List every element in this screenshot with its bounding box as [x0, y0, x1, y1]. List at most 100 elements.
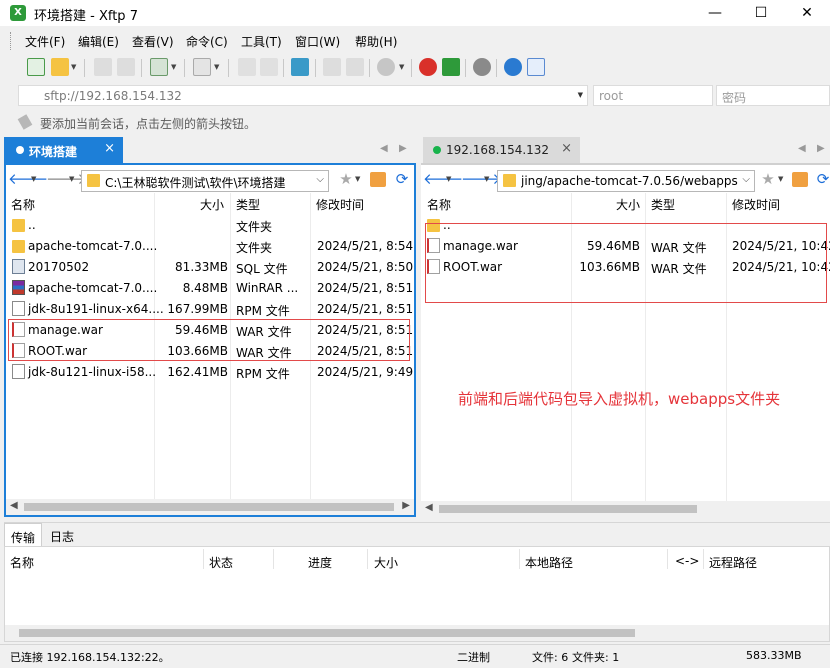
file-row[interactable]: jdk-8u191-linux-x64.... 167.99MB RPM 文件 202… [6, 299, 414, 320]
col-name[interactable]: 名称 [427, 196, 451, 213]
tab-next-icon[interactable]: ▶ [817, 143, 825, 154]
chat-icon[interactable] [527, 58, 545, 76]
transfer-mode[interactable]: 二进制 [457, 649, 490, 665]
tab-prev-icon[interactable]: ◀ [380, 143, 388, 154]
username-field[interactable]: root [593, 85, 713, 106]
local-path-field[interactable]: C:\王林聪软件测试\软件\环境搭建 ⌵ [81, 170, 329, 192]
new-tab-icon[interactable] [150, 58, 168, 76]
back-arrow-icon[interactable]: 🡐 [8, 171, 48, 187]
col-modified[interactable]: 修改时间 [316, 196, 364, 213]
help-icon[interactable] [504, 58, 522, 76]
forward-dropdown-icon[interactable]: ▼ [484, 175, 489, 183]
home-icon[interactable] [792, 172, 808, 187]
menu-edit[interactable]: 编辑(E) [78, 33, 119, 50]
transfer-col-status[interactable]: 状态 [209, 554, 233, 571]
remote-scrollbar[interactable]: ◀ [421, 501, 830, 517]
paste-icon[interactable] [260, 58, 278, 76]
transfer-col-progress[interactable]: 进度 [308, 554, 332, 571]
path-dropdown-icon[interactable]: ⌵ [742, 174, 750, 185]
scroll-left-icon[interactable]: ◀ [425, 502, 433, 513]
col-type[interactable]: 类型 [236, 196, 260, 213]
bookmark-dropdown-icon[interactable]: ▼ [778, 175, 783, 183]
transfer-col-direction[interactable]: <-> [675, 554, 699, 568]
tab-transfer[interactable]: 传输 [4, 523, 43, 547]
scroll-right-icon[interactable]: ▶ [402, 500, 410, 511]
xftp-icon[interactable] [442, 58, 460, 76]
file-row[interactable]: apache-tomcat-7.0.... 文件夹 2024/5/21, 8:54 [6, 236, 414, 257]
terminal-dropdown-icon[interactable]: ▼ [214, 63, 219, 71]
scroll-thumb[interactable] [439, 505, 697, 513]
connection-status: 已连接 192.168.154.132:22。 [10, 651, 170, 664]
forward-dropdown-icon[interactable]: ▼ [69, 175, 74, 183]
transfer-col-local[interactable]: 本地路径 [525, 554, 573, 571]
gear-icon[interactable] [473, 58, 491, 76]
refresh-icon[interactable]: ⟳ [392, 171, 412, 187]
menu-view[interactable]: 查看(V) [132, 33, 174, 50]
new-session-icon[interactable] [27, 58, 45, 76]
close-button[interactable]: ✕ [784, 0, 830, 26]
transfer-col-name[interactable]: 名称 [10, 554, 34, 571]
tab-close-icon[interactable]: × [561, 141, 572, 156]
record-dropdown-icon[interactable]: ▼ [399, 63, 404, 71]
menu-grip [10, 32, 13, 50]
transfer-col-remote[interactable]: 远程路径 [709, 554, 757, 571]
forward-arrow-icon[interactable]: 🡒 [46, 171, 86, 187]
tab-prev-icon[interactable]: ◀ [798, 143, 806, 154]
tab-next-icon[interactable]: ▶ [399, 143, 407, 154]
transfer-icon[interactable] [291, 58, 309, 76]
bookmark-icon[interactable]: ★ [758, 171, 778, 187]
back-arrow-icon[interactable]: 🡐 [423, 171, 463, 187]
col-size[interactable]: 大小 [200, 196, 224, 213]
copy-icon[interactable] [238, 58, 256, 76]
transfer-col-size[interactable]: 大小 [374, 554, 398, 571]
scroll-left-icon[interactable]: ◀ [10, 500, 18, 511]
menu-file[interactable]: 文件(F) [25, 33, 65, 50]
remote-path-field[interactable]: jing/apache-tomcat-7.0.56/webapps ⌵ [497, 170, 755, 192]
col-type[interactable]: 类型 [651, 196, 675, 213]
folder-icon [503, 174, 516, 187]
scroll-thumb[interactable] [24, 503, 394, 511]
back-dropdown-icon[interactable]: ▼ [31, 175, 36, 183]
home-icon[interactable] [370, 172, 386, 187]
menu-command[interactable]: 命令(C) [186, 33, 228, 50]
disconnect-icon[interactable] [117, 58, 135, 76]
refresh-icon[interactable]: ⟳ [813, 171, 830, 187]
forward-arrow-icon[interactable]: 🡒 [461, 171, 501, 187]
transfer-scrollbar[interactable] [5, 625, 829, 641]
menu-window[interactable]: 窗口(W) [295, 33, 340, 50]
sync-icon[interactable] [323, 58, 341, 76]
back-dropdown-icon[interactable]: ▼ [446, 175, 451, 183]
open-folder-icon[interactable] [51, 58, 69, 76]
file-row[interactable]: .. 文件夹 [6, 215, 414, 236]
tab-local-label: 环境搭建 [29, 145, 78, 159]
col-size[interactable]: 大小 [616, 196, 640, 213]
col-modified[interactable]: 修改时间 [732, 196, 780, 213]
bookmark-dropdown-icon[interactable]: ▼ [355, 175, 360, 183]
file-row[interactable]: apache-tomcat-7.0.... 8.48MB WinRAR ... 202… [6, 278, 414, 299]
path-dropdown-icon[interactable]: ⌵ [316, 174, 324, 185]
file-row[interactable]: jdk-8u121-linux-i58... 162.41MB RPM 文件 2024… [6, 362, 414, 383]
maximize-button[interactable]: ☐ [738, 0, 784, 26]
password-field[interactable]: 密码 [716, 85, 830, 106]
connect-icon[interactable] [94, 58, 112, 76]
tab-remote[interactable]: 192.168.154.132 × [423, 137, 580, 163]
menu-help[interactable]: 帮助(H) [355, 33, 397, 50]
tab-log[interactable]: 日志 [44, 523, 80, 547]
file-row[interactable]: 20170502 81.33MB SQL 文件 2024/5/21, 8:50 [6, 257, 414, 278]
open-dropdown-icon[interactable]: ▼ [71, 63, 76, 71]
tab-local[interactable]: 环境搭建 × [4, 137, 123, 163]
menu-tools[interactable]: 工具(T) [241, 33, 282, 50]
record-icon[interactable] [377, 58, 395, 76]
bookmark-icon[interactable]: ★ [336, 171, 356, 187]
address-dropdown-icon[interactable]: ▼ [578, 91, 583, 99]
local-scrollbar[interactable]: ◀ ▶ [6, 499, 414, 515]
xshell-icon[interactable] [419, 58, 437, 76]
address-field[interactable]: sftp://192.168.154.132 ▼ [18, 85, 588, 106]
tab-close-icon[interactable]: × [104, 141, 115, 156]
minimize-button[interactable]: — [692, 0, 738, 26]
tab-dropdown-icon[interactable]: ▼ [171, 63, 176, 71]
col-name[interactable]: 名称 [11, 196, 35, 213]
compare-icon[interactable] [346, 58, 364, 76]
scroll-thumb[interactable] [19, 629, 635, 637]
terminal-icon[interactable] [193, 58, 211, 76]
